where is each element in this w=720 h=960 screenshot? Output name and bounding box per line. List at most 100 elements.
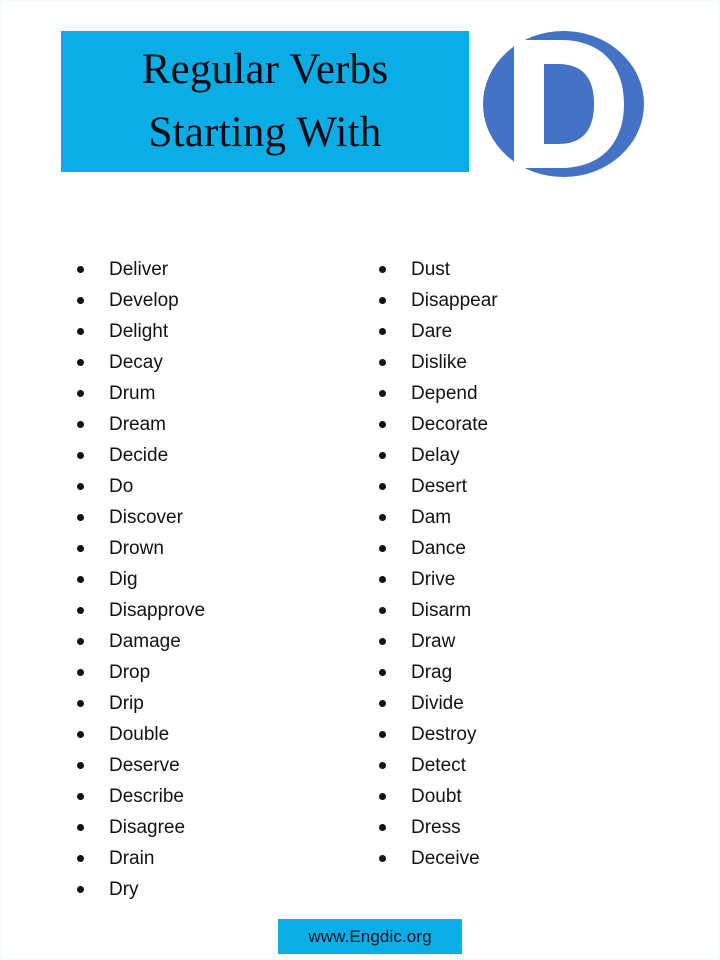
bullet-icon xyxy=(379,855,386,862)
verb-word: Decide xyxy=(109,445,169,466)
verb-word: Detect xyxy=(411,755,466,776)
verb-word: Double xyxy=(109,724,170,745)
verb-list-right: Dust Disappear Dare Dislike Depend Decor… xyxy=(373,254,673,874)
list-item: Draw xyxy=(373,626,673,657)
verb-word: Divide xyxy=(411,693,464,714)
bullet-icon xyxy=(77,359,84,366)
verb-word: Destroy xyxy=(411,724,477,745)
list-item: Disarm xyxy=(373,595,673,626)
verb-word: Depend xyxy=(411,383,478,404)
verb-word: Drum xyxy=(109,383,156,404)
verb-word: Do xyxy=(109,476,134,497)
bullet-icon xyxy=(77,328,84,335)
bullet-icon xyxy=(379,824,386,831)
bullet-icon xyxy=(379,607,386,614)
list-item: Do xyxy=(71,471,361,502)
bullet-icon xyxy=(77,390,84,397)
verb-word: Deceive xyxy=(411,848,480,869)
bullet-icon xyxy=(77,297,84,304)
list-item: Dry xyxy=(71,874,361,905)
bullet-icon xyxy=(379,452,386,459)
list-item: Dare xyxy=(373,316,673,347)
list-item: Discover xyxy=(71,502,361,533)
verb-word: Deserve xyxy=(109,755,180,776)
letter-d-logo xyxy=(483,31,644,177)
bullet-icon xyxy=(379,762,386,769)
list-item: Dislike xyxy=(373,347,673,378)
bullet-icon xyxy=(379,731,386,738)
list-item: Drag xyxy=(373,657,673,688)
bullet-icon xyxy=(379,359,386,366)
verb-word: Deliver xyxy=(109,259,169,280)
verb-word: Dare xyxy=(411,321,453,342)
list-item: Depend xyxy=(373,378,673,409)
bullet-icon xyxy=(379,328,386,335)
bullet-icon xyxy=(379,514,386,521)
verb-word: Drive xyxy=(411,569,456,590)
list-item: Dream xyxy=(71,409,361,440)
list-item: Disapprove xyxy=(71,595,361,626)
bullet-icon xyxy=(77,452,84,459)
verb-word: Decorate xyxy=(411,414,489,435)
verb-word: Drop xyxy=(109,662,151,683)
bullet-icon xyxy=(77,855,84,862)
verb-word: Disagree xyxy=(109,817,186,838)
bullet-icon xyxy=(379,297,386,304)
bullet-icon xyxy=(379,638,386,645)
bullet-icon xyxy=(77,607,84,614)
bullet-icon xyxy=(77,576,84,583)
verb-word: Delight xyxy=(109,321,169,342)
verb-word: Describe xyxy=(109,786,184,807)
list-item: Deserve xyxy=(71,750,361,781)
bullet-icon xyxy=(77,638,84,645)
bullet-icon xyxy=(379,669,386,676)
list-item: Drum xyxy=(71,378,361,409)
verb-column-left: Deliver Develop Delight Decay Drum Dream… xyxy=(71,254,361,905)
bullet-icon xyxy=(379,266,386,273)
list-item: Delight xyxy=(71,316,361,347)
list-item: Drive xyxy=(373,564,673,595)
verb-word: Disapprove xyxy=(109,600,206,621)
bullet-icon xyxy=(77,793,84,800)
list-item: Desert xyxy=(373,471,673,502)
list-item: Destroy xyxy=(373,719,673,750)
bullet-icon xyxy=(77,266,84,273)
list-item: Drain xyxy=(71,843,361,874)
list-item: Delay xyxy=(373,440,673,471)
verb-word: Disarm xyxy=(411,600,472,621)
list-item: Deliver xyxy=(71,254,361,285)
bullet-icon xyxy=(77,545,84,552)
list-item: Drip xyxy=(71,688,361,719)
bullet-icon xyxy=(77,886,84,893)
list-item: Deceive xyxy=(373,843,673,874)
page-title-line-2: Starting With xyxy=(148,108,382,156)
list-item: Dance xyxy=(373,533,673,564)
list-item: Doubt xyxy=(373,781,673,812)
list-item: Develop xyxy=(71,285,361,316)
bullet-icon xyxy=(77,421,84,428)
list-item: Describe xyxy=(71,781,361,812)
list-item: Damage xyxy=(71,626,361,657)
list-item: Dig xyxy=(71,564,361,595)
bullet-icon xyxy=(379,483,386,490)
list-item: Drop xyxy=(71,657,361,688)
worksheet-page: Regular Verbs Starting With Deliver Deve… xyxy=(0,0,720,960)
verb-word: Delay xyxy=(411,445,460,466)
verb-word: Decay xyxy=(109,352,163,373)
title-banner: Regular Verbs Starting With xyxy=(61,31,469,172)
verb-word: Drown xyxy=(109,538,164,559)
bullet-icon xyxy=(77,762,84,769)
bullet-icon xyxy=(77,824,84,831)
list-item: Dress xyxy=(373,812,673,843)
verb-word: Discover xyxy=(109,507,183,528)
verb-word: Dry xyxy=(109,879,139,900)
footer-website-badge[interactable]: www.Engdic.org xyxy=(278,919,462,954)
verb-column-right: Dust Disappear Dare Dislike Depend Decor… xyxy=(373,254,673,874)
verb-word: Dust xyxy=(411,259,451,280)
list-item: Dam xyxy=(373,502,673,533)
verb-word: Drain xyxy=(109,848,155,869)
bullet-icon xyxy=(379,793,386,800)
bullet-icon xyxy=(77,700,84,707)
verb-word: Disappear xyxy=(411,290,498,311)
bullet-icon xyxy=(379,576,386,583)
